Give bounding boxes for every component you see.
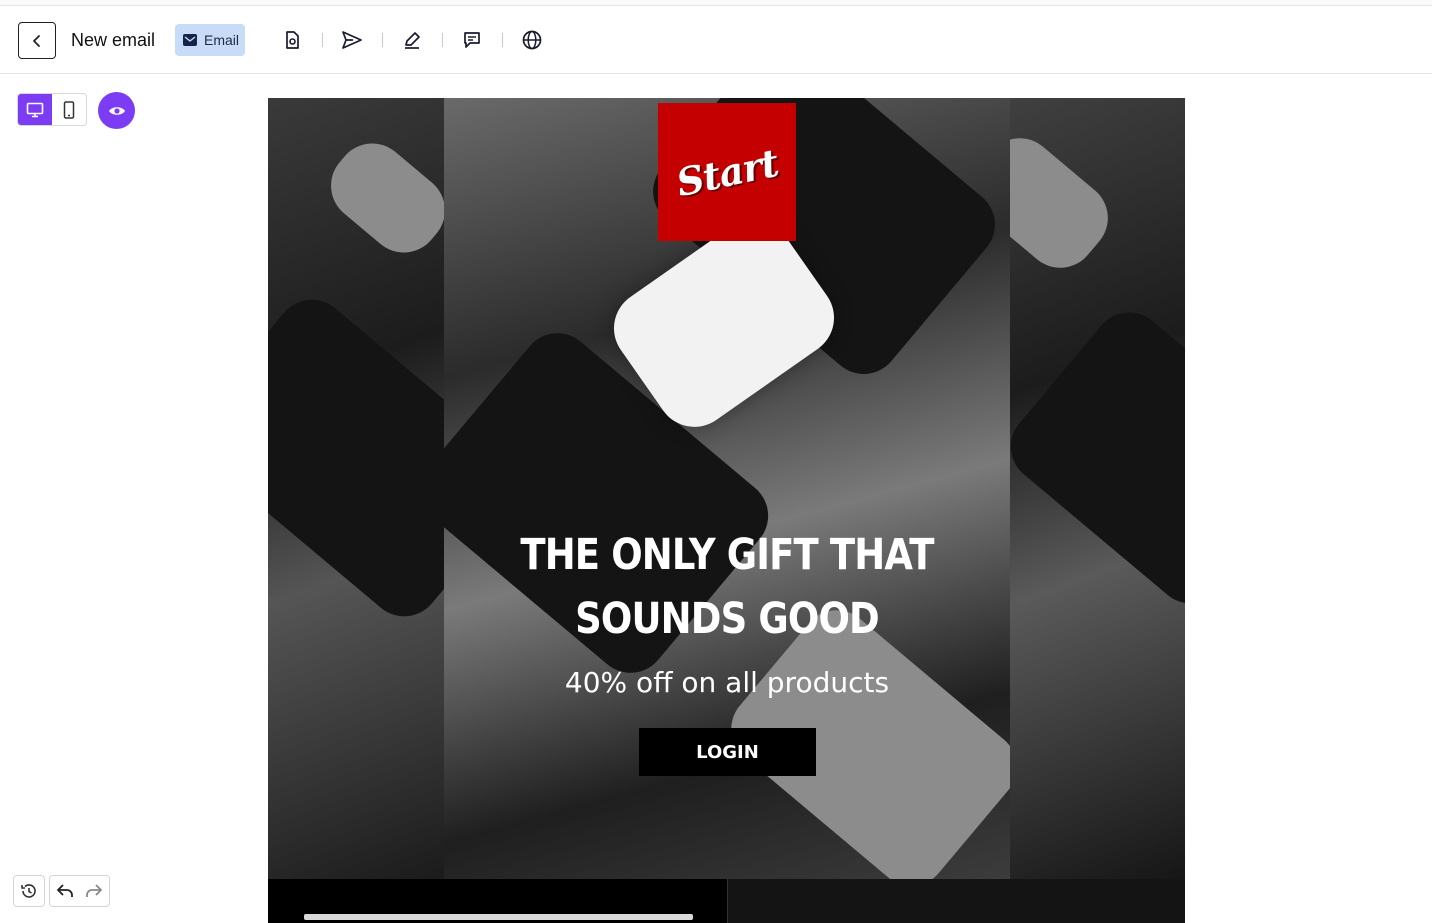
background-image-left	[268, 98, 444, 879]
send-tool-button[interactable]	[340, 28, 364, 52]
chevron-left-icon	[33, 34, 40, 47]
undo-icon	[56, 884, 73, 897]
hero-section[interactable]: Start THE ONLY GIFT THAT SOUNDS GOOD 40%…	[444, 98, 1010, 879]
preview-button[interactable]	[98, 92, 135, 129]
email-canvas[interactable]: Start THE ONLY GIFT THAT SOUNDS GOOD 40%…	[268, 98, 1185, 923]
history-button[interactable]	[13, 875, 45, 907]
globe-icon	[522, 30, 542, 50]
device-toggle	[17, 93, 87, 126]
comment-icon	[464, 32, 480, 48]
settings-tool-button[interactable]	[280, 28, 304, 52]
pen-edit-icon	[405, 32, 420, 49]
redo-icon	[86, 884, 103, 897]
badge-label: Email	[204, 32, 240, 48]
brand-logo[interactable]: Start	[658, 103, 796, 241]
file-settings-icon	[286, 31, 299, 49]
comment-tool-button[interactable]	[460, 28, 484, 52]
back-button[interactable]	[18, 22, 56, 59]
footer-block-right[interactable]	[727, 879, 1185, 923]
footer-divider-bar	[304, 914, 693, 920]
history-icon	[21, 884, 36, 898]
email-type-badge: Email	[175, 24, 245, 56]
top-edge	[0, 0, 1432, 6]
globe-tool-button[interactable]	[520, 28, 544, 52]
send-icon	[342, 31, 362, 49]
undo-button[interactable]	[50, 876, 80, 906]
edit-tool-button[interactable]	[400, 28, 424, 52]
mobile-icon	[63, 100, 75, 119]
toolbar-divider	[502, 33, 503, 47]
login-button[interactable]: LOGIN	[639, 728, 816, 776]
desktop-view-button[interactable]	[18, 94, 52, 125]
envelope-icon	[183, 34, 197, 46]
toolbar-divider	[322, 33, 323, 47]
mobile-view-button[interactable]	[52, 94, 86, 125]
hero-headline[interactable]: THE ONLY GIFT THAT SOUNDS GOOD	[501, 523, 953, 651]
editor-toolbar: New email Email	[0, 7, 1432, 74]
desktop-icon	[26, 102, 44, 117]
toolbar-divider	[382, 33, 383, 47]
undo-redo-group	[49, 875, 110, 907]
hero-subline[interactable]: 40% off on all products	[464, 666, 990, 699]
eye-icon	[108, 106, 125, 115]
page-title: New email	[71, 30, 156, 50]
background-image-right	[1010, 98, 1185, 879]
toolbar-divider	[442, 33, 443, 47]
redo-button[interactable]	[80, 876, 110, 906]
